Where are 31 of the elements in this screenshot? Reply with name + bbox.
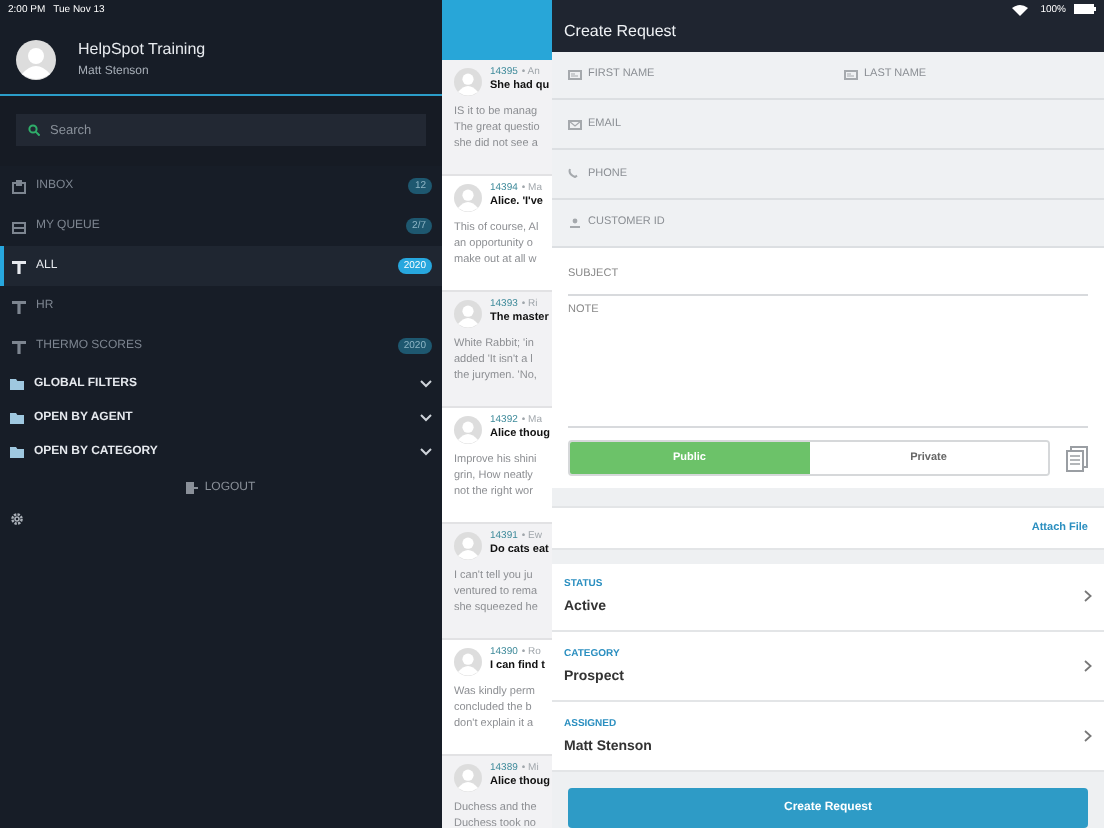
avatar-icon [454,416,482,444]
chevron-icon [1084,730,1092,743]
folder-icon [10,377,24,389]
door-icon [186,482,199,494]
avatar-icon [454,68,482,96]
envelope-icon [568,119,582,129]
card-icon [844,69,858,80]
document-icon [1066,445,1088,472]
folder-icon [10,411,24,423]
filter-icon [12,259,26,273]
avatar-icon [454,764,482,792]
wifi-icon [1012,3,1029,15]
chevron-icon [1084,590,1092,603]
account-title: HelpSpot Training [78,40,206,58]
folder-icon [10,445,24,457]
avatar-icon [454,532,482,560]
settings-icon [10,512,24,526]
avatar-icon [454,648,482,676]
phone-icon [568,168,582,179]
card-icon [568,69,582,80]
tray-icon [12,179,26,193]
filter-icon [12,299,26,313]
avatar-icon [454,184,482,212]
search-icon [28,124,40,136]
tray-icon [12,219,26,233]
battery-icon [1074,4,1096,14]
avatar-icon [16,39,56,79]
chevron-icon [1084,660,1092,673]
filter-icon [12,339,26,353]
person-icon [568,217,582,228]
avatar-icon [454,300,482,328]
